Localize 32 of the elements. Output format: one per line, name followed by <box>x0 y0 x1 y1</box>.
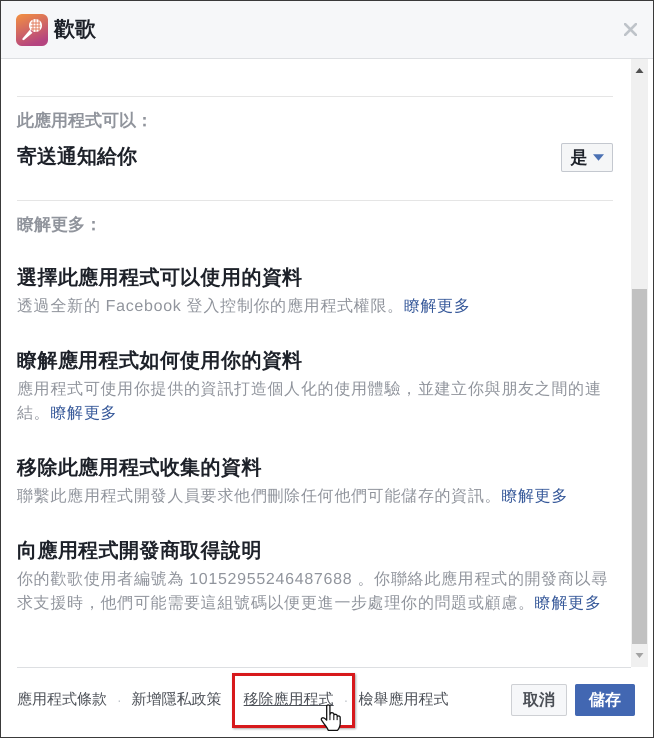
microphone-app-icon <box>16 14 48 46</box>
dropdown-button[interactable]: 是 <box>561 142 613 172</box>
section-title: 瞭解應用程式如何使用你的資料 <box>17 349 304 373</box>
hand-cursor-icon <box>320 704 342 732</box>
section-description: 透過全新的 Facebook 登入控制你的應用程式權限。瞭解更多 <box>17 296 472 317</box>
footer-link[interactable]: 應用程式條款 <box>17 691 107 709</box>
footer-link[interactable]: 新增隱私政策 <box>132 691 222 709</box>
caret-icon <box>592 154 604 160</box>
section-description: 應用程式可使用你提供的資訊打造個人化的使用體驗，並建立你與朋友之間的連結。瞭解更多 <box>17 380 602 424</box>
section-heading: 瞭解更多： <box>17 214 103 236</box>
permission-label: 寄送通知給你 <box>17 144 137 170</box>
scroll-up-arrow-icon[interactable] <box>635 68 644 73</box>
scrollbar-thumb[interactable] <box>632 289 647 644</box>
cancel-button[interactable]: 取消 <box>511 684 567 716</box>
learn-more-link[interactable]: 瞭解更多 <box>404 298 471 315</box>
section-title: 選擇此應用程式可以使用的資料 <box>17 266 304 290</box>
scroll-down-arrow-icon[interactable] <box>635 653 644 658</box>
separator-dot: · <box>344 692 348 708</box>
app-title: 歡歌 <box>54 16 96 42</box>
learn-more-link[interactable]: 瞭解更多 <box>534 595 602 612</box>
separator-dot: · <box>117 692 122 708</box>
section-heading: 此應用程式可以： <box>17 110 154 132</box>
section-description: 聯繫此應用程式開發人員要求他們刪除任何他們可能儲存的資訊。瞭解更多 <box>17 486 570 507</box>
section-description: 你的歡歌使用者編號為 10152955246487688 。你聯絡此應用程式的開發商以尋求支援時，他們可能需要這組號碼以便更進一步處理你的問題或顧慮。瞭解更多 <box>17 570 609 614</box>
footer-link[interactable]: 檢舉應用程式 <box>358 691 448 709</box>
section-title: 向應用程式開發商取得說明 <box>17 539 263 563</box>
learn-more-link[interactable]: 瞭解更多 <box>501 488 568 505</box>
save-button[interactable]: 儲存 <box>575 684 635 716</box>
section-title: 移除此應用程式收集的資料 <box>17 456 263 480</box>
close-icon[interactable] <box>624 23 637 36</box>
learn-more-link[interactable]: 瞭解更多 <box>50 405 118 422</box>
footer-link[interactable]: 移除應用程式 <box>244 691 334 709</box>
